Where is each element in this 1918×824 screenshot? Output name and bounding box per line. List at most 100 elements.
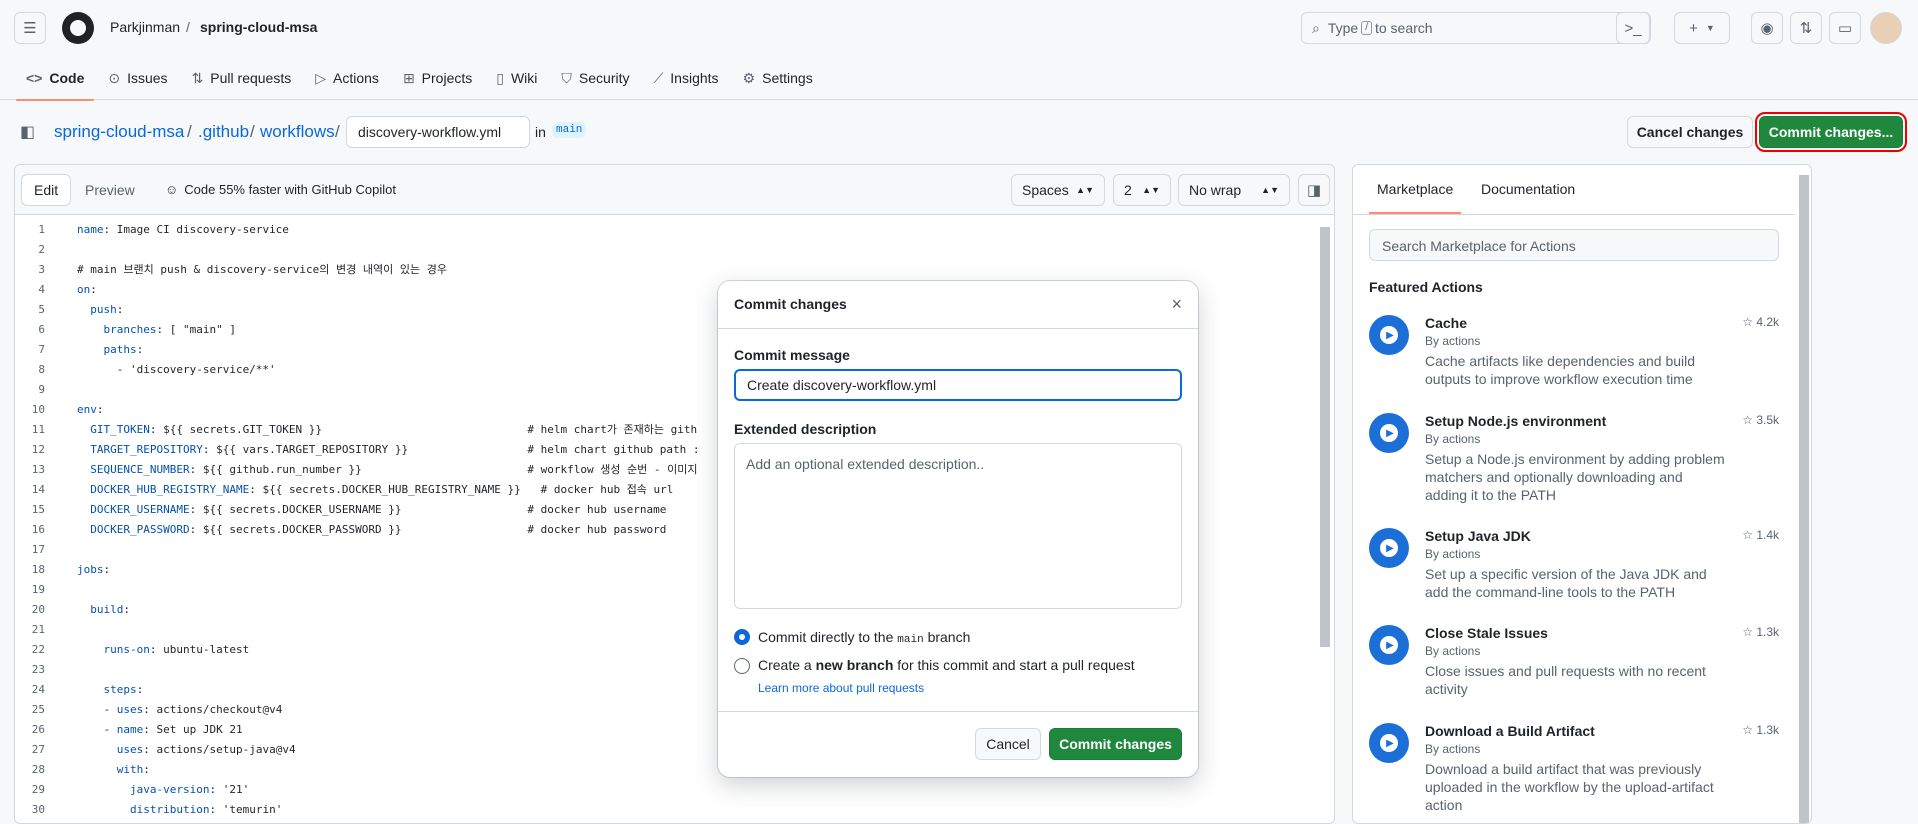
action-name[interactable]: Close Stale Issues xyxy=(1425,625,1548,641)
search-placeholder-suffix: to search xyxy=(1374,20,1433,36)
code-line[interactable]: 29 java-version: '21' xyxy=(15,779,1334,799)
marketplace-search-input[interactable]: Search Marketplace for Actions xyxy=(1369,229,1779,261)
option-bold-text: new branch xyxy=(815,657,894,673)
new-branch-radio[interactable] xyxy=(734,658,750,674)
star-icon: ☆ xyxy=(1742,625,1753,639)
toggle-sidepanel-button[interactable]: ◨ xyxy=(1298,174,1330,206)
line-number: 19 xyxy=(31,582,45,596)
cancel-button[interactable]: Cancel xyxy=(975,728,1041,760)
stars-count: 4.2k xyxy=(1756,315,1779,329)
path-dir-workflows-link[interactable]: workflows xyxy=(260,122,335,142)
commit-directly-label[interactable]: Commit directly to the main branch xyxy=(758,626,1168,651)
sidebar-toggle-icon[interactable]: ◧ xyxy=(20,122,35,142)
tab-insights[interactable]: ⟋ Insights xyxy=(643,56,728,100)
line-number: 18 xyxy=(31,562,45,576)
filename-input[interactable]: discovery-workflow.yml xyxy=(346,116,530,148)
select-arrows-icon: ▲▼ xyxy=(1142,185,1160,195)
user-avatar[interactable] xyxy=(1870,12,1902,44)
tab-marketplace[interactable]: Marketplace xyxy=(1368,181,1462,214)
issues-button[interactable]: ◉ xyxy=(1751,12,1783,44)
action-item[interactable]: ▶ Download a Build Artifact By actions D… xyxy=(1369,723,1779,813)
code-line[interactable]: 30 distribution: 'temurin' xyxy=(15,799,1334,819)
tab-pull-requests[interactable]: ⇅ Pull requests xyxy=(182,56,302,100)
copilot-promo[interactable]: ☺ Code 55% faster with GitHub Copilot xyxy=(165,182,396,197)
line-number: 15 xyxy=(31,502,45,516)
path-separator: / xyxy=(335,122,340,141)
action-stars: ☆ 3.5k xyxy=(1742,413,1779,427)
learn-more-link[interactable]: Learn more about pull requests xyxy=(758,681,924,695)
code-text: TARGET_REPOSITORY: ${{ vars.TARGET_REPOS… xyxy=(90,442,707,456)
tab-security[interactable]: ⛉ Security xyxy=(551,56,639,100)
code-text: - name: Set up JDK 21 xyxy=(77,722,243,736)
pull-requests-button[interactable]: ⇅ xyxy=(1790,12,1822,44)
commit-message-input[interactable]: Create discovery-workflow.yml xyxy=(734,369,1182,401)
new-branch-label[interactable]: Create a new branch for this commit and … xyxy=(758,654,1168,699)
triangle-down-icon: ▼ xyxy=(1705,23,1715,33)
commit-changes-confirm-button[interactable]: Commit changes xyxy=(1049,728,1182,760)
path-dir-github-link[interactable]: .github xyxy=(198,122,249,142)
action-name[interactable]: Cache xyxy=(1425,315,1467,331)
tab-projects[interactable]: ⊞ Projects xyxy=(393,56,482,100)
tab-issues[interactable]: ⊙ Issues xyxy=(98,56,177,100)
path-repo-link[interactable]: spring-cloud-msa xyxy=(54,122,184,142)
action-item[interactable]: ▶ Cache By actions Cache artifacts like … xyxy=(1369,315,1779,395)
code-text: on: xyxy=(77,282,97,296)
create-new-button[interactable]: + ▼ xyxy=(1674,12,1730,44)
extended-description-textarea[interactable]: Add an optional extended description.. xyxy=(734,443,1182,609)
indent-size-select[interactable]: 2 ▲▼ xyxy=(1113,174,1171,206)
repo-nav-tabs: <> Code ⊙ Issues ⇅ Pull requests ▷ Actio… xyxy=(16,56,827,101)
action-item[interactable]: ▶ Setup Node.js environment By actions S… xyxy=(1369,413,1779,503)
code-line[interactable]: 2 xyxy=(15,239,1334,259)
sidebar-expand-icon: ◨ xyxy=(1306,182,1322,199)
commit-message-label: Commit message xyxy=(734,347,850,363)
path-separator: / xyxy=(187,122,192,141)
line-number: 25 xyxy=(31,702,45,716)
action-item[interactable]: ▶ Setup Java JDK By actions Set up a spe… xyxy=(1369,528,1779,608)
owner-link[interactable]: Parkjinman xyxy=(110,19,180,35)
action-author: By actions xyxy=(1425,547,1481,561)
code-text: runs-on: ubuntu-latest xyxy=(103,642,250,656)
play-icon: ▶ xyxy=(1369,625,1409,665)
commit-changes-button[interactable]: Commit changes... xyxy=(1755,112,1907,152)
code-text: push: xyxy=(90,302,124,316)
tab-label: Pull requests xyxy=(210,70,292,86)
action-name[interactable]: Setup Node.js environment xyxy=(1425,413,1606,429)
star-icon: ☆ xyxy=(1742,413,1753,427)
tab-documentation[interactable]: Documentation xyxy=(1481,181,1575,197)
action-name[interactable]: Download a Build Artifact xyxy=(1425,723,1595,739)
line-number: 13 xyxy=(31,462,45,476)
tab-code[interactable]: <> Code xyxy=(16,56,95,101)
code-line[interactable]: 1 name: Image CI discovery-service xyxy=(15,219,1334,239)
issue-opened-icon: ◉ xyxy=(1760,20,1774,37)
commit-directly-radio[interactable] xyxy=(734,629,750,645)
preview-tab[interactable]: Preview xyxy=(73,174,147,206)
action-description: Cache artifacts like dependencies and bu… xyxy=(1425,353,1696,387)
action-item[interactable]: ▶ Close Stale Issues By actions Close is… xyxy=(1369,625,1779,705)
search-input[interactable]: ⌕ Type / to search xyxy=(1301,12,1651,44)
stars-count: 1.3k xyxy=(1756,723,1779,737)
stars-count: 3.5k xyxy=(1756,413,1779,427)
tab-wiki[interactable]: ▯ Wiki xyxy=(486,56,547,100)
code-text: branches: [ "main" ] xyxy=(103,322,236,336)
action-name[interactable]: Setup Java JDK xyxy=(1425,528,1531,544)
wrap-mode-select[interactable]: No wrap ▲▼ xyxy=(1178,174,1290,206)
select-arrows-icon: ▲▼ xyxy=(1076,185,1094,195)
cancel-changes-button[interactable]: Cancel changes xyxy=(1627,116,1753,148)
github-logo-icon[interactable] xyxy=(62,12,94,44)
option-branch-name: main xyxy=(897,634,924,646)
panel-scrollbar[interactable] xyxy=(1799,175,1809,823)
command-palette-button[interactable]: >_ xyxy=(1616,12,1650,44)
line-number: 9 xyxy=(38,382,45,396)
close-icon[interactable]: × xyxy=(1171,294,1182,315)
tab-settings[interactable]: ⚙ Settings xyxy=(733,56,823,100)
code-text: name: Image CI discovery-service xyxy=(77,222,289,236)
repo-link[interactable]: spring-cloud-msa xyxy=(200,19,317,35)
tab-actions[interactable]: ▷ Actions xyxy=(305,56,389,100)
edit-tab[interactable]: Edit xyxy=(21,174,72,206)
editor-scrollbar[interactable] xyxy=(1320,227,1330,647)
code-line[interactable]: 3 # main 브랜치 push & discovery-service의 변경… xyxy=(15,259,1334,279)
indent-mode-select[interactable]: Spaces ▲▼ xyxy=(1011,174,1105,206)
inbox-button[interactable]: ▭ xyxy=(1829,12,1861,44)
line-number: 4 xyxy=(38,282,45,296)
hamburger-menu-button[interactable]: ☰ xyxy=(14,12,46,44)
